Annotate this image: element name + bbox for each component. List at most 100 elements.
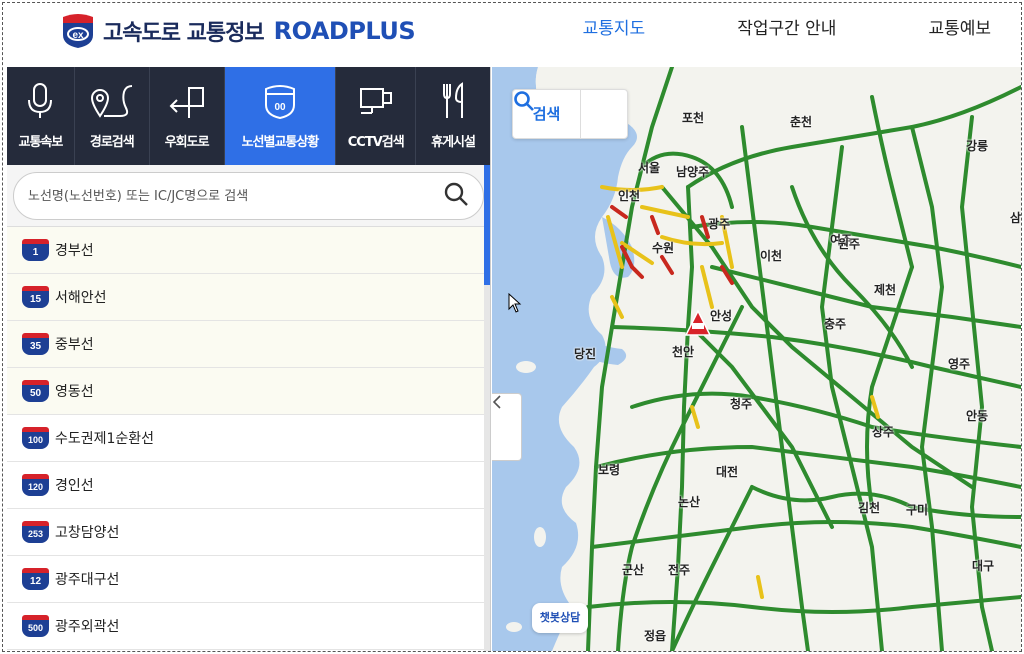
traffic-map[interactable]: 포천 춘천 강릉 서울 남양주 인천 광주 수원 여주 이천 원주 안성 제천 … <box>492 67 1021 651</box>
detour-icon <box>167 81 207 121</box>
route-number: 15 <box>22 291 49 308</box>
shield-badge-text: 00 <box>274 102 286 113</box>
logo-title-korean: 고속도로 교통정보 <box>103 21 265 46</box>
city-label: 안동 <box>966 409 989 423</box>
list-item-route[interactable]: 500 광주외곽선 <box>7 603 490 650</box>
route-number: 253 <box>22 526 49 543</box>
route-name: 광주대구선 <box>55 572 120 588</box>
city-label: 남양주 <box>676 165 710 179</box>
city-label: 제천 <box>874 283 897 297</box>
list-item-route[interactable]: 15 서해안선 <box>7 274 490 321</box>
microphone-icon <box>26 81 54 121</box>
highway-shield-icon: 15 <box>22 286 49 308</box>
highway-shield-icon: 100 <box>22 427 49 449</box>
tab-traffic-news[interactable]: 교통속보 <box>7 67 75 165</box>
highway-shield-icon: 00 <box>263 81 297 121</box>
list-item-route[interactable]: 100 수도권제1순환선 <box>7 415 490 462</box>
route-name: 서해안선 <box>55 290 107 306</box>
route-name: 고창담양선 <box>55 525 120 541</box>
city-label: 수원 <box>652 241 675 255</box>
city-label: 보령 <box>598 463 621 477</box>
logo-badge-text: ex <box>72 30 84 41</box>
route-search-bar <box>7 165 490 227</box>
city-label: 포천 <box>682 111 705 125</box>
scrollbar-thumb[interactable] <box>484 165 490 285</box>
route-name: 수도권제1순환선 <box>55 431 155 447</box>
route-name: 영동선 <box>55 384 94 400</box>
route-number: 50 <box>22 385 49 402</box>
highway-shield-icon: 50 <box>22 380 49 402</box>
tab-label: 교통속보 <box>18 135 64 150</box>
city-label: 충주 <box>824 317 847 331</box>
tab-route-traffic[interactable]: 00 노선별교통상황 <box>224 67 337 165</box>
tab-label: 노선별교통상황 <box>241 135 320 150</box>
logo-title-english: ROADPLUS <box>273 17 416 45</box>
tab-label: 경로검색 <box>89 135 135 150</box>
city-label: 전주 <box>668 563 691 577</box>
nav-traffic-forecast[interactable]: 교통예보 <box>928 17 991 41</box>
cctv-icon <box>358 81 394 121</box>
city-label: 구미 <box>906 503 929 517</box>
fork-knife-icon <box>438 81 468 121</box>
highway-shield-icon: 500 <box>22 615 49 637</box>
city-label: 김천 <box>858 501 881 515</box>
tab-cctv[interactable]: CCTV검색 <box>336 67 417 165</box>
top-navigation: 교통지도 작업구간 안내 교통예보 <box>491 17 991 41</box>
route-list: 1 경부선 15 서해안선 35 중부선 50 영동선 100 수도권제1순환선… <box>7 227 490 651</box>
nav-work-zone-info[interactable]: 작업구간 안내 <box>737 17 836 41</box>
city-label: 이천 <box>760 249 783 263</box>
city-label: 안성 <box>710 309 733 323</box>
list-item-route[interactable]: 12 광주대구선 <box>7 556 490 603</box>
function-tabs: 교통속보 경로검색 우회도로 00 노선별교통상황 CCTV검색 휴게시설 <box>7 67 490 165</box>
site-logo[interactable]: ex 고속도로 교통정보 ROADPLUS <box>61 13 416 49</box>
route-number: 120 <box>22 479 49 496</box>
city-label: 천안 <box>672 345 695 359</box>
route-search-box <box>13 172 484 220</box>
list-item-route[interactable]: 120 경인선 <box>7 462 490 509</box>
list-item-route[interactable]: 253 고창담양선 <box>7 509 490 556</box>
app-window: ex 고속도로 교통정보 ROADPLUS 교통지도 작업구간 안내 교통예보 … <box>2 2 1022 652</box>
route-number: 1 <box>22 244 49 261</box>
route-number: 500 <box>22 620 49 637</box>
city-label: 서울 <box>638 161 661 175</box>
route-number: 100 <box>22 432 49 449</box>
route-icon <box>90 81 134 121</box>
city-label: 청주 <box>730 397 753 411</box>
list-item-route[interactable]: 1 경부선 <box>7 227 490 274</box>
city-label: 춘천 <box>790 115 813 129</box>
route-name: 경부선 <box>55 243 94 259</box>
side-panel: 교통속보 경로검색 우회도로 00 노선별교통상황 CCTV검색 휴게시설 노선… <box>7 67 491 651</box>
search-icon[interactable] <box>443 181 469 211</box>
list-item-route[interactable]: 50 영동선 <box>7 368 490 415</box>
city-label: 강릉 <box>966 139 989 153</box>
city-label: 원주 <box>838 237 861 251</box>
nav-traffic-map[interactable]: 교통지도 <box>583 17 646 41</box>
chatbot-button[interactable]: 챗봇상담 <box>532 603 588 633</box>
route-name: 경인선 <box>55 478 94 494</box>
city-label: 상주 <box>872 425 895 439</box>
tab-route-search[interactable]: 경로검색 <box>75 67 150 165</box>
route-name: 광주외곽선 <box>55 619 120 635</box>
highway-shield-icon: 120 <box>22 474 49 496</box>
tab-label: 우회도로 <box>164 135 210 150</box>
ex-logo-icon: ex <box>61 13 95 49</box>
highway-shield-icon: 12 <box>22 568 49 590</box>
city-label: 군산 <box>622 563 645 577</box>
tab-detour[interactable]: 우회도로 <box>150 67 225 165</box>
route-number: 35 <box>22 338 49 355</box>
city-label: 영주 <box>948 357 971 371</box>
list-item-route[interactable]: 35 중부선 <box>7 321 490 368</box>
highway-shield-icon: 35 <box>22 333 49 355</box>
tab-rest-area[interactable]: 휴게시설 <box>416 67 490 165</box>
city-label: 정읍 <box>644 629 667 643</box>
panel-collapse-button[interactable] <box>492 393 522 461</box>
city-label: 인천 <box>618 189 641 203</box>
city-label: 광주 <box>708 217 731 231</box>
route-search-input[interactable] <box>28 188 443 204</box>
tab-label: 휴게시설 <box>431 135 476 150</box>
city-label: 논산 <box>678 495 701 509</box>
route-list-scrollbar[interactable] <box>484 165 490 651</box>
map-search-control[interactable]: 검색 <box>512 89 628 139</box>
route-name: 중부선 <box>55 337 94 353</box>
site-header: ex 고속도로 교통정보 ROADPLUS 교통지도 작업구간 안내 교통예보 <box>3 3 1021 67</box>
